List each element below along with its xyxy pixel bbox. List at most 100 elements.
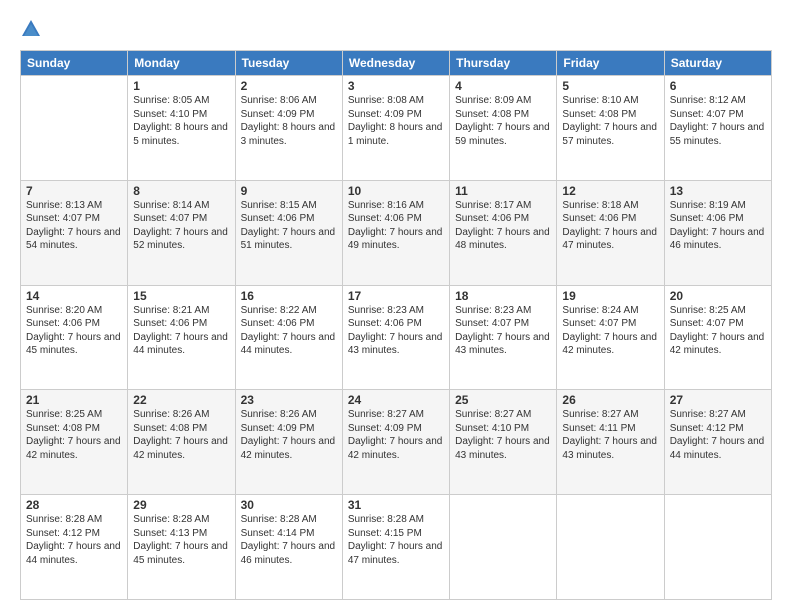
day-info: Sunrise: 8:19 AM Sunset: 4:06 PM Dayligh… [670, 199, 766, 253]
day-number: 8 [133, 184, 229, 198]
day-number: 22 [133, 393, 229, 407]
calendar-cell: 15Sunrise: 8:21 AM Sunset: 4:06 PM Dayli… [128, 285, 235, 390]
day-number: 20 [670, 289, 766, 303]
day-number: 23 [241, 393, 337, 407]
day-number: 12 [562, 184, 658, 198]
calendar-cell: 8Sunrise: 8:14 AM Sunset: 4:07 PM Daylig… [128, 180, 235, 285]
calendar-cell: 31Sunrise: 8:28 AM Sunset: 4:15 PM Dayli… [342, 495, 449, 600]
calendar-cell: 11Sunrise: 8:17 AM Sunset: 4:06 PM Dayli… [450, 180, 557, 285]
day-number: 28 [26, 498, 122, 512]
calendar-cell: 28Sunrise: 8:28 AM Sunset: 4:12 PM Dayli… [21, 495, 128, 600]
calendar-cell: 4Sunrise: 8:09 AM Sunset: 4:08 PM Daylig… [450, 76, 557, 181]
day-number: 1 [133, 79, 229, 93]
calendar-cell: 17Sunrise: 8:23 AM Sunset: 4:06 PM Dayli… [342, 285, 449, 390]
calendar-cell: 29Sunrise: 8:28 AM Sunset: 4:13 PM Dayli… [128, 495, 235, 600]
day-info: Sunrise: 8:09 AM Sunset: 4:08 PM Dayligh… [455, 94, 551, 148]
calendar-cell: 21Sunrise: 8:25 AM Sunset: 4:08 PM Dayli… [21, 390, 128, 495]
day-number: 4 [455, 79, 551, 93]
day-number: 17 [348, 289, 444, 303]
weekday-header-thursday: Thursday [450, 51, 557, 76]
day-number: 10 [348, 184, 444, 198]
day-info: Sunrise: 8:28 AM Sunset: 4:12 PM Dayligh… [26, 513, 122, 567]
weekday-header-saturday: Saturday [664, 51, 771, 76]
weekday-header-wednesday: Wednesday [342, 51, 449, 76]
day-number: 7 [26, 184, 122, 198]
day-number: 11 [455, 184, 551, 198]
calendar-week-5: 28Sunrise: 8:28 AM Sunset: 4:12 PM Dayli… [21, 495, 772, 600]
calendar-cell: 10Sunrise: 8:16 AM Sunset: 4:06 PM Dayli… [342, 180, 449, 285]
day-number: 25 [455, 393, 551, 407]
day-number: 5 [562, 79, 658, 93]
day-number: 13 [670, 184, 766, 198]
calendar-cell: 22Sunrise: 8:26 AM Sunset: 4:08 PM Dayli… [128, 390, 235, 495]
day-info: Sunrise: 8:06 AM Sunset: 4:09 PM Dayligh… [241, 94, 337, 148]
weekday-header-tuesday: Tuesday [235, 51, 342, 76]
day-info: Sunrise: 8:27 AM Sunset: 4:09 PM Dayligh… [348, 408, 444, 462]
day-info: Sunrise: 8:14 AM Sunset: 4:07 PM Dayligh… [133, 199, 229, 253]
day-info: Sunrise: 8:16 AM Sunset: 4:06 PM Dayligh… [348, 199, 444, 253]
day-number: 30 [241, 498, 337, 512]
day-info: Sunrise: 8:26 AM Sunset: 4:08 PM Dayligh… [133, 408, 229, 462]
day-info: Sunrise: 8:05 AM Sunset: 4:10 PM Dayligh… [133, 94, 229, 148]
calendar-cell: 6Sunrise: 8:12 AM Sunset: 4:07 PM Daylig… [664, 76, 771, 181]
day-info: Sunrise: 8:28 AM Sunset: 4:15 PM Dayligh… [348, 513, 444, 567]
day-info: Sunrise: 8:24 AM Sunset: 4:07 PM Dayligh… [562, 304, 658, 358]
calendar-week-4: 21Sunrise: 8:25 AM Sunset: 4:08 PM Dayli… [21, 390, 772, 495]
weekday-header-monday: Monday [128, 51, 235, 76]
calendar-cell: 30Sunrise: 8:28 AM Sunset: 4:14 PM Dayli… [235, 495, 342, 600]
calendar-cell [450, 495, 557, 600]
calendar-table: SundayMondayTuesdayWednesdayThursdayFrid… [20, 50, 772, 600]
day-info: Sunrise: 8:08 AM Sunset: 4:09 PM Dayligh… [348, 94, 444, 148]
calendar-cell: 1Sunrise: 8:05 AM Sunset: 4:10 PM Daylig… [128, 76, 235, 181]
calendar-cell: 3Sunrise: 8:08 AM Sunset: 4:09 PM Daylig… [342, 76, 449, 181]
day-info: Sunrise: 8:13 AM Sunset: 4:07 PM Dayligh… [26, 199, 122, 253]
calendar-cell: 25Sunrise: 8:27 AM Sunset: 4:10 PM Dayli… [450, 390, 557, 495]
calendar-cell: 26Sunrise: 8:27 AM Sunset: 4:11 PM Dayli… [557, 390, 664, 495]
day-info: Sunrise: 8:26 AM Sunset: 4:09 PM Dayligh… [241, 408, 337, 462]
logo-icon [20, 18, 42, 40]
day-number: 15 [133, 289, 229, 303]
calendar-header-row: SundayMondayTuesdayWednesdayThursdayFrid… [21, 51, 772, 76]
day-info: Sunrise: 8:23 AM Sunset: 4:06 PM Dayligh… [348, 304, 444, 358]
weekday-header-friday: Friday [557, 51, 664, 76]
calendar-cell: 27Sunrise: 8:27 AM Sunset: 4:12 PM Dayli… [664, 390, 771, 495]
calendar-cell: 14Sunrise: 8:20 AM Sunset: 4:06 PM Dayli… [21, 285, 128, 390]
header [20, 18, 772, 40]
day-info: Sunrise: 8:18 AM Sunset: 4:06 PM Dayligh… [562, 199, 658, 253]
day-number: 14 [26, 289, 122, 303]
day-number: 2 [241, 79, 337, 93]
weekday-header-sunday: Sunday [21, 51, 128, 76]
calendar-cell: 12Sunrise: 8:18 AM Sunset: 4:06 PM Dayli… [557, 180, 664, 285]
day-info: Sunrise: 8:17 AM Sunset: 4:06 PM Dayligh… [455, 199, 551, 253]
calendar-cell: 7Sunrise: 8:13 AM Sunset: 4:07 PM Daylig… [21, 180, 128, 285]
day-number: 21 [26, 393, 122, 407]
day-number: 16 [241, 289, 337, 303]
page: SundayMondayTuesdayWednesdayThursdayFrid… [0, 0, 792, 612]
calendar-cell [557, 495, 664, 600]
calendar-cell: 5Sunrise: 8:10 AM Sunset: 4:08 PM Daylig… [557, 76, 664, 181]
day-info: Sunrise: 8:27 AM Sunset: 4:11 PM Dayligh… [562, 408, 658, 462]
day-info: Sunrise: 8:15 AM Sunset: 4:06 PM Dayligh… [241, 199, 337, 253]
day-number: 27 [670, 393, 766, 407]
day-info: Sunrise: 8:21 AM Sunset: 4:06 PM Dayligh… [133, 304, 229, 358]
calendar-week-1: 1Sunrise: 8:05 AM Sunset: 4:10 PM Daylig… [21, 76, 772, 181]
day-info: Sunrise: 8:22 AM Sunset: 4:06 PM Dayligh… [241, 304, 337, 358]
day-number: 29 [133, 498, 229, 512]
calendar-cell: 18Sunrise: 8:23 AM Sunset: 4:07 PM Dayli… [450, 285, 557, 390]
day-number: 31 [348, 498, 444, 512]
calendar-cell: 19Sunrise: 8:24 AM Sunset: 4:07 PM Dayli… [557, 285, 664, 390]
day-number: 6 [670, 79, 766, 93]
calendar-cell: 23Sunrise: 8:26 AM Sunset: 4:09 PM Dayli… [235, 390, 342, 495]
day-info: Sunrise: 8:10 AM Sunset: 4:08 PM Dayligh… [562, 94, 658, 148]
calendar-cell: 24Sunrise: 8:27 AM Sunset: 4:09 PM Dayli… [342, 390, 449, 495]
day-info: Sunrise: 8:25 AM Sunset: 4:08 PM Dayligh… [26, 408, 122, 462]
calendar-week-2: 7Sunrise: 8:13 AM Sunset: 4:07 PM Daylig… [21, 180, 772, 285]
day-number: 24 [348, 393, 444, 407]
calendar-cell: 2Sunrise: 8:06 AM Sunset: 4:09 PM Daylig… [235, 76, 342, 181]
calendar-cell [664, 495, 771, 600]
day-info: Sunrise: 8:25 AM Sunset: 4:07 PM Dayligh… [670, 304, 766, 358]
day-info: Sunrise: 8:23 AM Sunset: 4:07 PM Dayligh… [455, 304, 551, 358]
day-number: 9 [241, 184, 337, 198]
calendar-cell: 13Sunrise: 8:19 AM Sunset: 4:06 PM Dayli… [664, 180, 771, 285]
day-number: 18 [455, 289, 551, 303]
